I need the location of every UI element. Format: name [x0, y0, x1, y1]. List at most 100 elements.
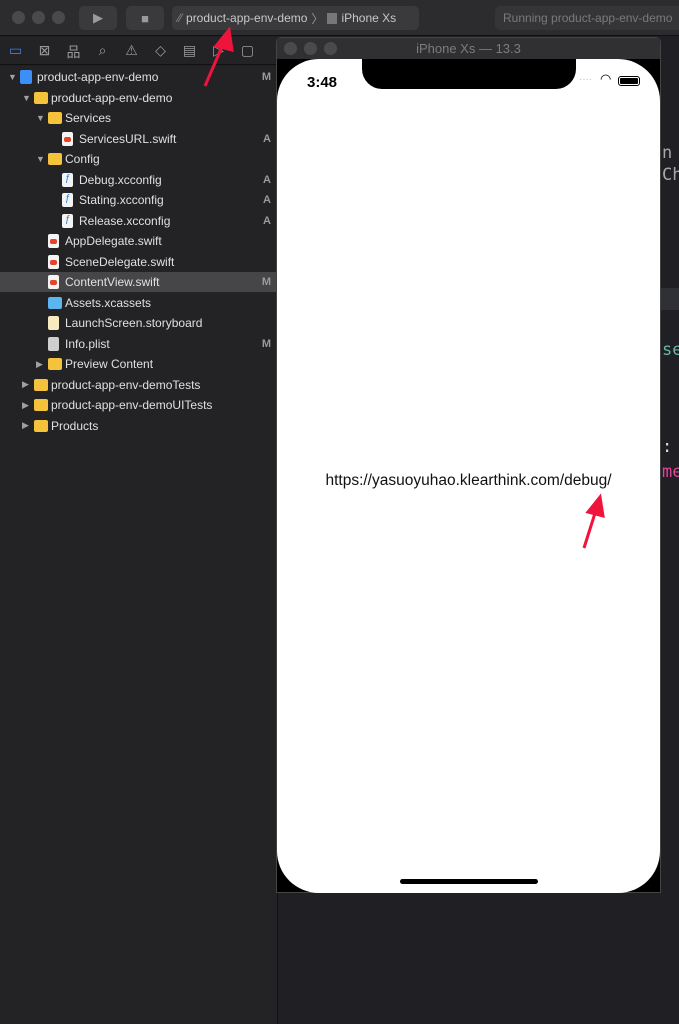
- folder-icon: [34, 378, 48, 391]
- tree-item[interactable]: ▶ product-app-env-demoTests: [0, 375, 278, 395]
- scm-status-badge: M: [261, 71, 271, 83]
- tree-item[interactable]: ContentView.swift M: [0, 272, 278, 292]
- swift-file-icon: [48, 254, 59, 269]
- tree-item-label: Debug.xcconfig: [79, 172, 162, 187]
- tree-item[interactable]: ▼ product-app-env-demo: [0, 88, 278, 108]
- tree-item-label: LaunchScreen.storyboard: [65, 316, 203, 330]
- home-indicator[interactable]: [400, 879, 538, 884]
- scm-status-badge: M: [261, 337, 271, 350]
- warning-icon[interactable]: ⚠: [122, 42, 141, 59]
- tree-item[interactable]: Debug.xcconfig A: [0, 170, 278, 190]
- plist-icon: [48, 336, 59, 351]
- search-icon[interactable]: ⌕: [93, 42, 112, 59]
- tree-item[interactable]: Assets.xcassets: [0, 293, 278, 313]
- folder-icon: [34, 91, 48, 104]
- folder-icon[interactable]: ▭: [6, 42, 25, 59]
- close-window-button[interactable]: [12, 11, 25, 24]
- scheme-selector[interactable]: ⁄⁄ product-app-env-demo 〉 iPhone Xs: [172, 6, 419, 30]
- simulator-title: iPhone Xs — 13.3: [416, 41, 521, 56]
- swift-file-icon: [48, 275, 59, 289]
- disclosure-expanded-icon[interactable]: ▼: [8, 72, 17, 82]
- code-fragment: Ch: [662, 165, 679, 185]
- xcconfig-file-icon: [62, 213, 73, 228]
- tree-item-label: Release.xcconfig: [79, 213, 171, 228]
- sim-zoom-button[interactable]: [324, 42, 337, 55]
- tree-item-label: product-app-env-demoTests: [51, 377, 201, 392]
- folder-icon: [48, 358, 62, 370]
- status-time: 3:48: [307, 74, 338, 91]
- current-line-highlight: [661, 288, 679, 310]
- signal-icon: ····: [579, 74, 593, 85]
- folder-icon: [48, 112, 62, 124]
- tree-item[interactable]: Info.plist M: [0, 334, 278, 354]
- folder-icon: [34, 419, 48, 432]
- disclosure-collapsed-icon[interactable]: ▶: [22, 379, 29, 390]
- storyboard-icon: [48, 316, 59, 330]
- breakpoint-icon[interactable]: ▷: [209, 42, 228, 59]
- tree-item-label: Services: [65, 111, 112, 125]
- device-icon: [327, 12, 338, 24]
- wifi-icon: ◠: [600, 71, 612, 86]
- play-icon: ▶: [93, 10, 103, 25]
- tree-item-label: Info.plist: [65, 336, 110, 351]
- report-icon[interactable]: ▢: [238, 42, 257, 59]
- run-button[interactable]: ▶: [79, 6, 117, 30]
- folder-icon: [34, 399, 48, 411]
- activity-status: Running product-app-env-demo: [495, 6, 679, 30]
- phone-screen[interactable]: 3:48 ···· ◠ https://yasuoyuhao.klearthin…: [277, 59, 660, 893]
- project-icon: [20, 70, 32, 84]
- stop-icon: ■: [141, 10, 149, 26]
- tree-item-label: Config: [65, 152, 100, 166]
- stop-button[interactable]: ■: [126, 6, 164, 30]
- tree-item-label: SceneDelegate.swift: [65, 254, 175, 269]
- device-name[interactable]: iPhone Xs: [341, 11, 396, 25]
- code-fragment: me: [662, 462, 679, 482]
- tree-item[interactable]: Stating.xcconfig A: [0, 190, 278, 210]
- tree-item-label: AppDelegate.swift: [65, 234, 162, 248]
- swift-file-icon: [62, 131, 73, 146]
- url-label: https://yasuoyuhao.klearthink.com/debug/: [325, 472, 612, 489]
- scheme-name[interactable]: product-app-env-demo: [186, 11, 307, 25]
- sim-minimize-button[interactable]: [304, 42, 317, 55]
- folder-icon: [48, 153, 62, 165]
- tree-item[interactable]: ▼ product-app-env-demo M: [0, 67, 278, 87]
- debug-icon[interactable]: ▤: [180, 42, 199, 59]
- tree-item[interactable]: ServicesURL.swift A: [0, 129, 278, 149]
- disclosure-expanded-icon[interactable]: ▼: [22, 93, 31, 103]
- disclosure-expanded-icon[interactable]: ▼: [36, 154, 45, 164]
- source-control-icon[interactable]: ⊠: [35, 42, 54, 59]
- scm-status-badge: A: [263, 132, 271, 145]
- sim-close-button[interactable]: [284, 42, 297, 55]
- tree-item[interactable]: ▶ product-app-env-demoUITests: [0, 395, 278, 415]
- xcconfig-file-icon: [62, 193, 73, 207]
- tree-item[interactable]: Release.xcconfig A: [0, 211, 278, 231]
- scm-status-badge: A: [263, 194, 271, 206]
- xcconfig-file-icon: [62, 172, 73, 187]
- tree-item-label: product-app-env-demo: [51, 90, 173, 105]
- tree-item[interactable]: ▶ Preview Content: [0, 354, 278, 374]
- notch: [362, 59, 576, 89]
- tree-item[interactable]: ▼ Config: [0, 149, 278, 169]
- code-fragment: se: [662, 340, 679, 360]
- code-fragment: n: [662, 143, 673, 163]
- tree-item[interactable]: AppDelegate.swift: [0, 231, 278, 251]
- test-icon[interactable]: ◇: [151, 42, 170, 59]
- disclosure-expanded-icon[interactable]: ▼: [36, 113, 45, 123]
- tree-item[interactable]: SceneDelegate.swift: [0, 252, 278, 272]
- tree-item[interactable]: ▼ Services: [0, 108, 278, 128]
- disclosure-collapsed-icon[interactable]: ▶: [22, 420, 29, 431]
- tree-item[interactable]: ▶ Products: [0, 416, 278, 436]
- hierarchy-icon[interactable]: 品: [64, 42, 83, 60]
- minimize-window-button[interactable]: [32, 11, 45, 24]
- simulator-title-bar[interactable]: iPhone Xs — 13.3: [277, 38, 660, 59]
- disclosure-collapsed-icon[interactable]: ▶: [22, 400, 29, 411]
- zoom-window-button[interactable]: [52, 11, 65, 24]
- project-navigator: ▼ product-app-env-demo M ▼ product-app-env-d…: [0, 66, 278, 1024]
- tree-item-label: Preview Content: [65, 357, 154, 371]
- disclosure-collapsed-icon[interactable]: ▶: [36, 359, 43, 370]
- tree-item-label: product-app-env-demoUITests: [51, 398, 213, 412]
- app-scheme-icon: ⁄⁄: [178, 11, 183, 25]
- code-fragment: :: [662, 437, 673, 457]
- tree-item[interactable]: LaunchScreen.storyboard: [0, 313, 278, 333]
- swift-file-icon: [48, 234, 59, 248]
